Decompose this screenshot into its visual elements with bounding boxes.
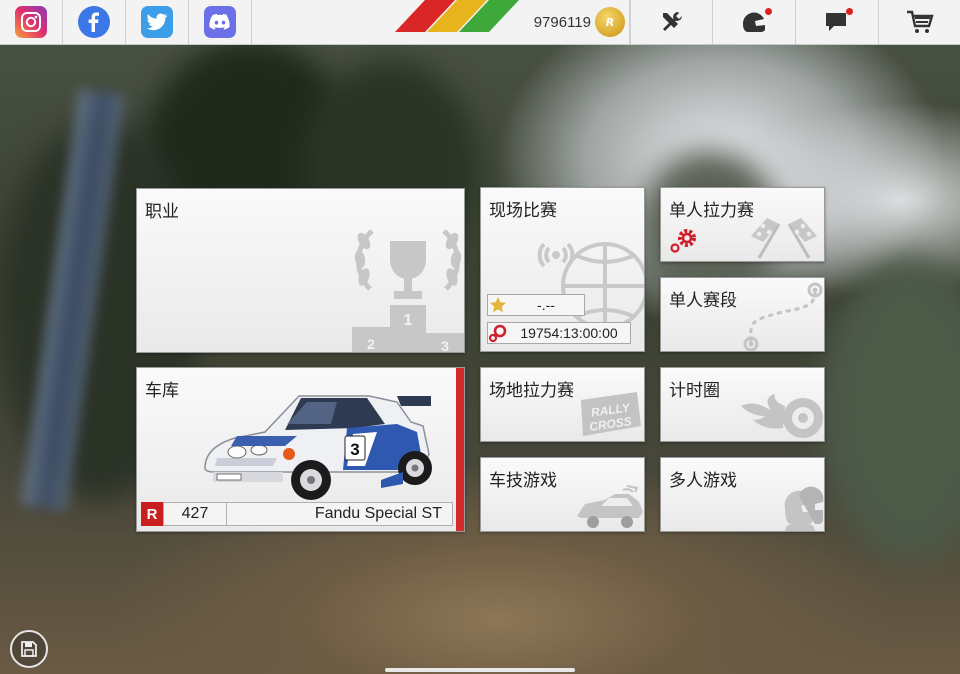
event-timer-value: 19754:13:00:00 [520, 325, 618, 341]
single-rally-label: 单人拉力赛 [669, 201, 754, 221]
car-number: 427 [163, 502, 227, 526]
garage-label: 车库 [145, 381, 179, 401]
home-indicator[interactable] [385, 668, 575, 672]
star-icon [490, 297, 506, 313]
career-label: 职业 [145, 202, 179, 222]
live-event-label: 现场比赛 [489, 201, 557, 221]
garage-accent-bar [456, 368, 464, 531]
twitter-button[interactable] [126, 0, 189, 44]
single-stage-label: 单人赛段 [669, 291, 737, 311]
checkered-flags-icon [751, 218, 817, 259]
trophy-icon: 1 2 3 [352, 229, 464, 353]
star-score-box: -.-- [487, 294, 585, 316]
single-stage-tile[interactable]: 单人赛段 [660, 277, 825, 352]
gymkhana-label: 车技游戏 [489, 471, 557, 491]
time-attack-tile[interactable]: 计时圈 [660, 367, 825, 442]
garage-tile[interactable]: 车库 3 R 427 Fandu Special ST [136, 367, 465, 532]
drivers-helmets-icon [784, 486, 824, 531]
twitter-icon [141, 6, 173, 38]
car-door-number: 3 [350, 440, 359, 459]
car-name: Fandu Special ST [227, 502, 453, 526]
flaming-wheel-icon [741, 394, 823, 438]
tools-icon [663, 12, 682, 31]
instagram-button[interactable] [0, 0, 63, 44]
coin-icon: R [595, 7, 625, 37]
podium-first: 1 [404, 312, 413, 329]
time-attack-label: 计时圈 [669, 381, 720, 401]
save-button[interactable] [10, 630, 48, 668]
car-class-badge: R [141, 502, 163, 526]
podium-third: 3 [441, 338, 449, 353]
currency-display: 9796119 R [500, 0, 630, 44]
facebook-icon [78, 6, 110, 38]
currency-value: 9796119 [533, 13, 591, 31]
single-rally-tile[interactable]: 单人拉力赛 [660, 187, 825, 262]
stage-route-icon [743, 282, 823, 351]
event-timer-box: 19754:13:00:00 [487, 322, 631, 344]
drift-car-icon [577, 485, 643, 528]
discord-button[interactable] [189, 0, 252, 44]
discord-icon [204, 6, 236, 38]
top-bar: 9796119 R [0, 0, 960, 45]
rallycross-logo-icon: RALLY CROSS [581, 392, 641, 436]
star-score-value: -.-- [537, 297, 555, 313]
multiplayer-tile[interactable]: 多人游戏 [660, 457, 825, 532]
save-disk-icon [21, 641, 37, 657]
multiplayer-label: 多人游戏 [669, 471, 737, 491]
rallycross-label: 场地拉力赛 [489, 381, 574, 401]
rally-car-image: 3 [204, 395, 432, 500]
podium-second: 2 [367, 336, 375, 352]
gear-icon [670, 229, 696, 253]
messages-button[interactable] [795, 0, 878, 44]
timer-pin-icon [488, 324, 507, 343]
car-info-bar: R 427 Fandu Special ST [141, 502, 453, 526]
gymkhana-tile[interactable]: 车技游戏 [480, 457, 645, 532]
shop-button[interactable] [878, 0, 960, 44]
rallycross-tile[interactable]: 场地拉力赛 RALLY CROSS [480, 367, 645, 442]
tools-button[interactable] [630, 0, 713, 44]
instagram-icon [15, 6, 47, 38]
career-tile[interactable]: 职业 1 2 3 [136, 188, 465, 353]
profile-button[interactable] [712, 0, 795, 44]
live-event-tile[interactable]: 现场比赛 -.-- 19754:13:00:00 [480, 187, 645, 352]
shop-cart-icon [907, 10, 934, 33]
facebook-button[interactable] [63, 0, 126, 44]
